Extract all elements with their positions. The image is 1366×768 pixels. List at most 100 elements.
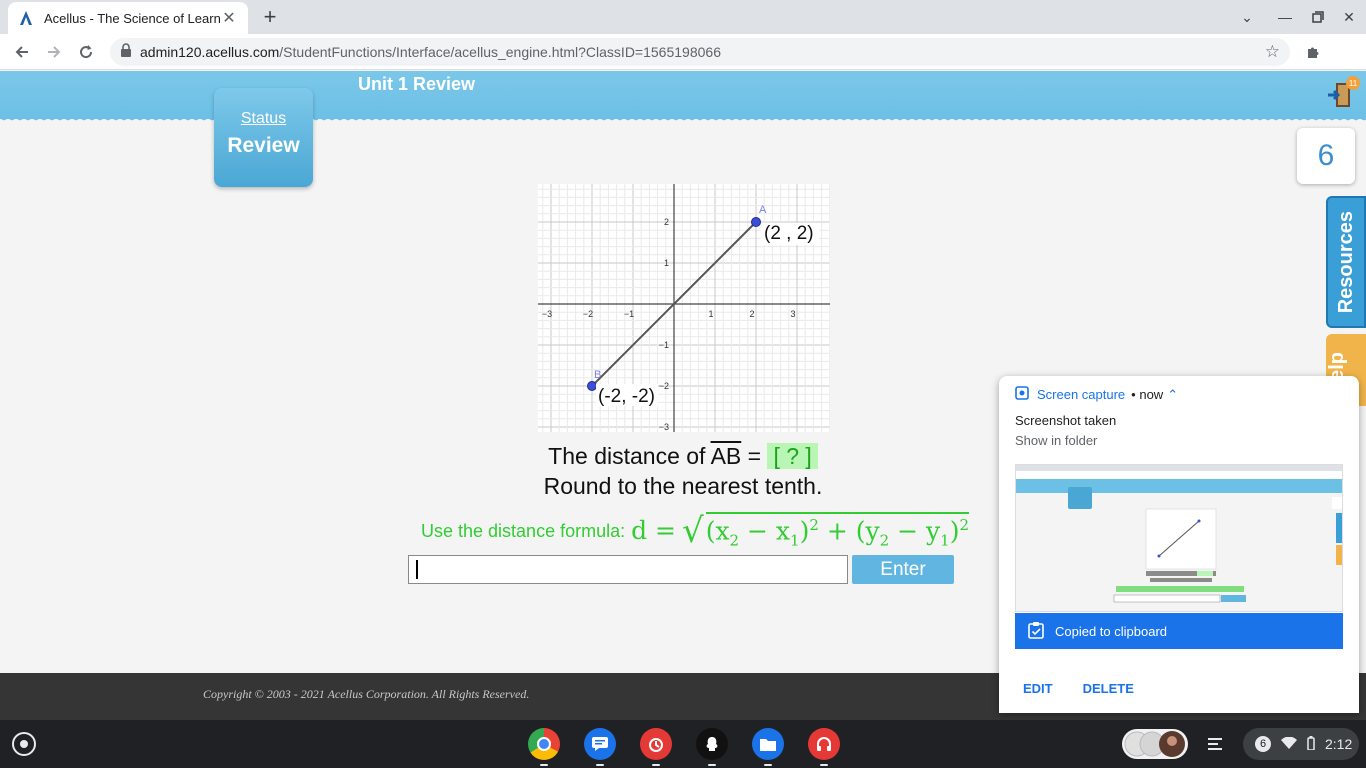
formula-radicand: (x2 − x1)2 + (y2 − y1)2 <box>705 512 969 550</box>
point-a-coords: (2 , 2) <box>764 223 814 244</box>
segment-ab: AB <box>710 443 742 469</box>
y-tick-label: 2 <box>664 217 669 227</box>
forward-icon[interactable] <box>41 39 67 65</box>
acellus-logo-icon <box>18 10 34 26</box>
x-tick-label: −2 <box>583 309 593 319</box>
x-tick-label: −3 <box>542 309 552 319</box>
exit-door-icon[interactable]: 11 <box>1326 75 1360 111</box>
clipboard-bar: Copied to clipboard <box>1015 613 1343 649</box>
text-caret <box>416 560 418 579</box>
status-link[interactable]: Status <box>214 110 313 128</box>
url-path: /StudentFunctions/Interface/acellus_engi… <box>279 44 721 60</box>
files-app-icon[interactable] <box>752 728 784 760</box>
chevron-up-icon[interactable]: ⌃ <box>1167 387 1178 403</box>
reload-icon[interactable] <box>73 39 99 65</box>
y-tick-label: −3 <box>659 422 669 432</box>
browser-tab[interactable]: Acellus - The Science of Learning ✕ <box>8 2 248 34</box>
coordinate-graph: −3 −2 −1 1 2 3 2 1 −1 −2 −3 A B (2 , 2) (-2, -2) <box>538 184 830 432</box>
delete-button[interactable]: DELETE <box>1083 681 1134 696</box>
show-in-folder-link[interactable]: Show in folder <box>1015 433 1097 448</box>
back-icon[interactable] <box>9 39 35 65</box>
point-a-label: A <box>759 204 767 216</box>
x-tick-label: −1 <box>624 309 634 319</box>
avatar-stack[interactable] <box>1122 729 1188 759</box>
new-tab-button[interactable]: + <box>258 4 282 29</box>
bookmark-star-icon[interactable]: ☆ <box>1265 42 1280 62</box>
clock-running-indicator <box>652 764 660 766</box>
clock-app-icon[interactable] <box>640 728 672 760</box>
graph-background <box>538 184 830 432</box>
launcher-icon[interactable] <box>12 732 36 756</box>
distance-formula: d = √ (x2 − x1)2 + (y2 − y1)2 <box>631 510 969 551</box>
question-counter: 6 <box>1297 128 1355 184</box>
x-tick-label: 3 <box>790 309 795 319</box>
files-running-indicator <box>764 764 772 766</box>
browser-toolbar: admin120.acellus.com/StudentFunctions/In… <box>0 34 1366 70</box>
point-b <box>587 381 597 391</box>
distance-prefix: The distance of <box>548 443 711 469</box>
headphones-app-icon[interactable] <box>808 728 840 760</box>
banner-scallop <box>0 117 1366 123</box>
messages-app-icon[interactable] <box>584 728 616 760</box>
enter-button[interactable]: Enter <box>852 555 954 584</box>
tab-title: Acellus - The Science of Learning <box>44 10 220 26</box>
chrome-app-icon[interactable] <box>528 728 560 760</box>
minimize-icon[interactable]: — <box>1272 4 1298 30</box>
answer-input[interactable] <box>408 555 848 584</box>
resources-tab[interactable]: Resources <box>1326 196 1366 328</box>
url-text: admin120.acellus.com/StudentFunctions/In… <box>140 44 721 60</box>
point-b-label: B <box>594 369 601 381</box>
clipboard-text: Copied to clipboard <box>1055 623 1168 639</box>
notification-header: Screen capture • now ⌃ <box>1015 386 1178 403</box>
os-shelf: 6 2:12 <box>0 720 1366 768</box>
screenshot-notification: Screen capture • now ⌃ Screenshot taken … <box>999 376 1359 713</box>
extensions-icon[interactable] <box>1300 39 1326 65</box>
formula-lhs: d = <box>631 516 677 546</box>
bitlife-running-indicator <box>708 764 716 766</box>
distance-formula-hint: Use the distance formula: d = √ (x2 − x1… <box>421 511 969 551</box>
answer-blank: [ ? ] <box>767 443 818 469</box>
distance-equals: = <box>741 443 768 469</box>
url-host: admin120.acellus.com <box>140 44 280 60</box>
clock-time: 2:12 <box>1325 736 1353 752</box>
resources-tab-label: Resources <box>1334 210 1357 314</box>
edit-button[interactable]: EDIT <box>1023 681 1053 696</box>
screenshot-thumbnail[interactable] <box>1015 464 1343 612</box>
status-review-card[interactable]: Status Review <box>214 88 313 187</box>
square-root-icon: √ <box>682 510 704 551</box>
status-tray[interactable]: 6 2:12 <box>1243 728 1359 760</box>
tab-strip: Acellus - The Science of Learning ✕ + ⌄ … <box>0 0 1366 34</box>
door-badge-count: 11 <box>1349 79 1358 88</box>
tab-search-icon[interactable]: ⌄ <box>1234 4 1260 30</box>
review-label: Review <box>227 134 300 157</box>
messages-running-indicator <box>596 764 604 766</box>
close-icon[interactable]: ✕ <box>220 9 238 27</box>
notification-count: 6 <box>1255 736 1271 752</box>
window-close-icon[interactable]: ✕ <box>1336 4 1362 30</box>
tote-icon[interactable] <box>1204 732 1226 756</box>
address-bar[interactable]: admin120.acellus.com/StudentFunctions/In… <box>110 38 1290 66</box>
formula-label: Use the distance formula: <box>421 520 626 541</box>
notification-app-name: Screen capture <box>1037 387 1126 402</box>
unit-title: Unit 1 Review <box>358 74 476 94</box>
headphones-running-indicator <box>820 764 828 766</box>
battery-icon <box>1307 735 1315 753</box>
chrome-running-indicator <box>540 764 548 766</box>
wifi-icon <box>1281 736 1297 752</box>
point-b-coords: (-2, -2) <box>598 386 655 407</box>
y-tick-label: 1 <box>664 258 669 268</box>
y-tick-label: −1 <box>659 340 669 350</box>
header-banner <box>0 71 1366 119</box>
x-tick-label: 2 <box>749 309 754 319</box>
notification-title: Screenshot taken <box>1015 413 1117 428</box>
clipboard-icon <box>1027 621 1045 642</box>
lock-icon[interactable] <box>120 42 132 62</box>
bitlife-app-icon[interactable] <box>696 728 728 760</box>
screen-capture-icon <box>1015 386 1029 403</box>
y-tick-label: −2 <box>659 381 669 391</box>
notification-actions: EDIT DELETE <box>1023 681 1134 696</box>
x-tick-label: 1 <box>708 309 713 319</box>
point-a <box>751 217 761 227</box>
copyright-text: Copyright © 2003 - 2021 Acellus Corporat… <box>203 687 530 701</box>
restore-icon[interactable] <box>1305 4 1331 30</box>
